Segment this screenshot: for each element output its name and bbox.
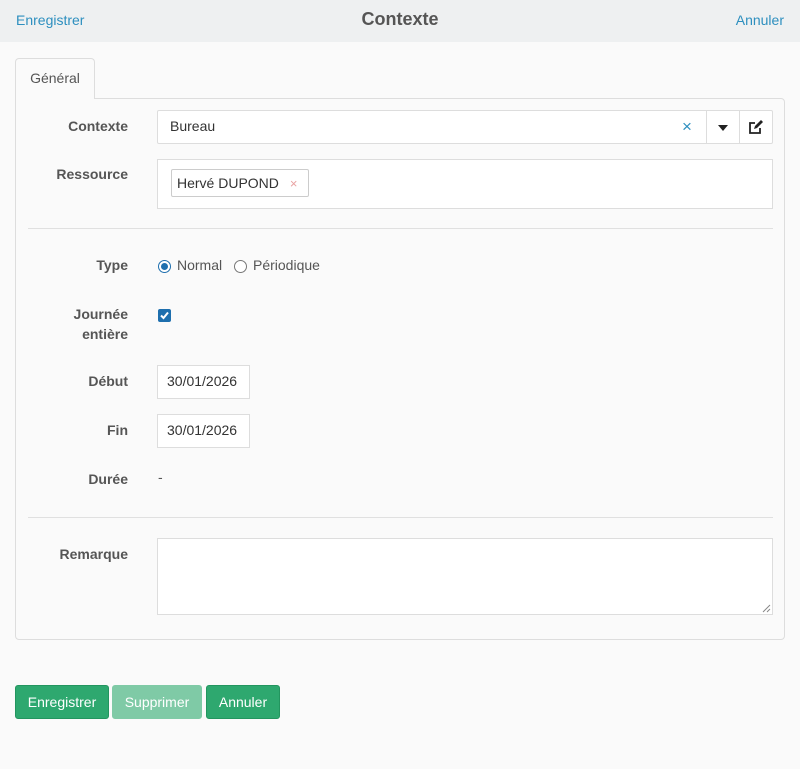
ressource-label: Ressource <box>56 166 128 182</box>
contexte-label: Contexte <box>68 118 128 134</box>
duree-value: - <box>158 469 163 485</box>
cancel-button[interactable]: Annuler <box>206 685 280 719</box>
contexte-value: Bureau <box>170 118 216 134</box>
form-panel: Contexte Bureau × Ressource Hervé DUPOND… <box>15 98 785 640</box>
remarque-label: Remarque <box>59 546 128 562</box>
edit-button[interactable] <box>740 111 772 143</box>
journee-entiere-checkbox[interactable] <box>158 309 171 322</box>
divider <box>28 228 773 229</box>
duree-label: Durée <box>88 471 128 487</box>
debut-label: Début <box>88 373 128 389</box>
resize-grip-icon[interactable] <box>762 604 771 613</box>
clear-icon[interactable]: × <box>682 117 692 137</box>
type-normal-radio[interactable] <box>158 260 171 273</box>
type-periodique-label[interactable]: Périodique <box>253 255 320 275</box>
ressource-tag: Hervé DUPOND × <box>171 169 309 197</box>
divider <box>28 517 773 518</box>
main-content: Général Contexte Bureau × Ressource Herv… <box>0 42 800 769</box>
fin-date-input[interactable]: 30/01/2026 <box>157 414 250 448</box>
tab-general[interactable]: Général <box>15 58 95 99</box>
type-normal-label[interactable]: Normal <box>177 255 222 275</box>
fin-label: Fin <box>107 422 128 438</box>
caret-down-icon <box>718 125 728 131</box>
type-periodique-radio[interactable] <box>234 260 247 273</box>
top-bar: Enregistrer Contexte Annuler <box>0 0 800 42</box>
remove-tag-icon[interactable]: × <box>290 176 298 191</box>
debut-date-input[interactable]: 30/01/2026 <box>157 365 250 399</box>
delete-button[interactable]: Supprimer <box>112 685 202 719</box>
ressource-input[interactable]: Hervé DUPOND × <box>157 159 773 209</box>
remarque-textarea[interactable] <box>157 538 773 615</box>
type-label: Type <box>96 257 128 273</box>
header-cancel-link[interactable]: Annuler <box>736 12 784 28</box>
ressource-tag-label: Hervé DUPOND <box>177 175 279 191</box>
edit-icon <box>749 120 763 134</box>
save-button[interactable]: Enregistrer <box>15 685 109 719</box>
contexte-select[interactable]: Bureau × <box>157 110 773 144</box>
page-title: Contexte <box>361 9 439 29</box>
checkmark-icon <box>160 311 169 320</box>
dropdown-button[interactable] <box>707 111 739 143</box>
journee-entiere-label: Journée entière <box>73 306 128 342</box>
